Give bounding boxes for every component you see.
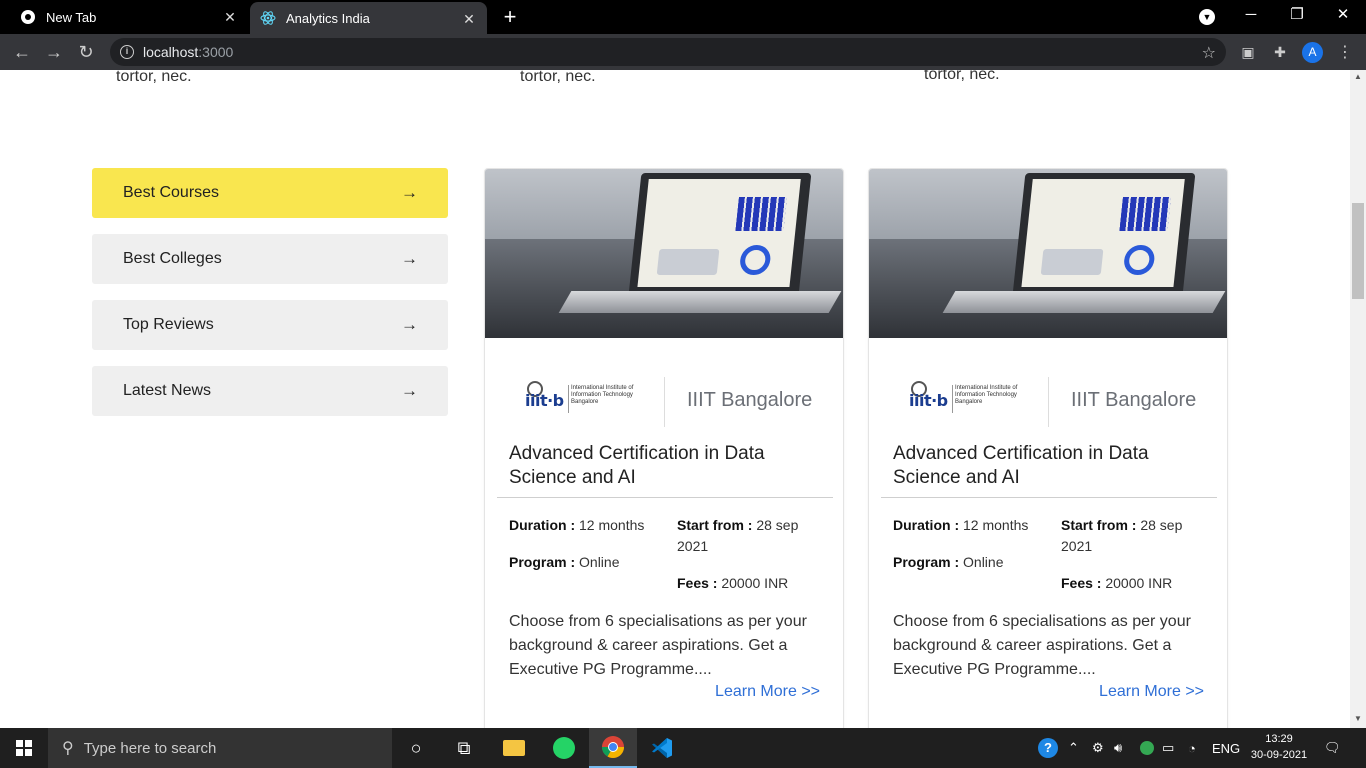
arrow-right-icon: →	[401, 381, 418, 400]
scroll-up-icon[interactable]: ▲	[1354, 72, 1362, 81]
start-date: Start from : 28 sep 2021	[677, 517, 799, 554]
sidebar-item-label: Latest News	[123, 382, 212, 399]
chrome-taskbar-icon[interactable]	[589, 728, 637, 768]
profile-avatar[interactable]: A	[1302, 42, 1323, 63]
windows-taskbar: ⚲ Type here to search ○ ⧉ ? ⌃ ⚙ 🔊︎ ▭ ◔ E…	[0, 728, 1366, 768]
help-icon[interactable]: ?	[1038, 728, 1058, 768]
course-card: iiit·b International Institute of Inform…	[484, 168, 844, 728]
sidebar-item-label: Top Reviews	[123, 316, 214, 333]
site-info-icon[interactable]: i	[120, 45, 134, 59]
task-view-icon[interactable]: ⧉	[440, 728, 488, 768]
course-description: Choose from 6 specialisations as per you…	[893, 613, 1191, 678]
screen-capture-extension-icon[interactable]: ▣	[1238, 42, 1258, 62]
college-name: IIIT Bangalore	[687, 389, 813, 411]
new-tab-button[interactable]: +	[498, 5, 522, 29]
arrow-right-icon: →	[401, 183, 418, 202]
notifications-icon[interactable]: 🗨︎	[1324, 728, 1341, 768]
tab-title: Analytics India	[286, 10, 370, 26]
college-row: iiit·b International Institute of Inform…	[485, 377, 843, 427]
bookmark-star-icon[interactable]: ☆	[1202, 43, 1216, 63]
close-tab-icon[interactable]: ✕	[461, 11, 477, 27]
close-tab-icon[interactable]: ✕	[222, 9, 238, 25]
divider	[497, 497, 833, 498]
wifi-icon[interactable]: ◔	[1188, 728, 1196, 768]
security-check-icon[interactable]	[1140, 728, 1154, 768]
start-button[interactable]	[0, 728, 48, 768]
fees: Fees : 20000 INR	[1061, 575, 1173, 591]
scrollbar-thumb[interactable]	[1352, 203, 1364, 299]
course-description: Choose from 6 specialisations as per you…	[509, 613, 807, 678]
tray-chevron-up-icon[interactable]: ⌃	[1068, 728, 1079, 768]
page-viewport: tortor, nec. tortor, nec. tortor, nec. B…	[0, 70, 1350, 728]
volume-icon[interactable]: 🔊︎	[1114, 728, 1122, 768]
program: Program : Online	[893, 554, 1004, 570]
clock-date: 30-09-2021	[1250, 749, 1308, 761]
sidebar-item-best-colleges[interactable]: Best Colleges →	[92, 234, 448, 284]
vscode-icon[interactable]	[638, 728, 686, 768]
course-image	[485, 169, 843, 338]
extensions-puzzle-icon[interactable]: ✚	[1270, 42, 1290, 62]
tab-title: New Tab	[46, 9, 97, 25]
college-logo: iiit·b International Institute of Inform…	[909, 381, 1024, 421]
whatsapp-icon[interactable]	[540, 728, 588, 768]
tab-analytics-india[interactable]: Analytics India ✕	[250, 2, 487, 34]
college-row: iiit·b International Institute of Inform…	[869, 377, 1227, 427]
sidebar-item-label: Best Courses	[123, 184, 220, 201]
duration: Duration : 12 months	[893, 517, 1029, 533]
file-explorer-icon[interactable]	[490, 728, 538, 768]
learn-more-link[interactable]: Learn More >>	[1099, 683, 1204, 701]
college-name: IIIT Bangalore	[1071, 389, 1197, 411]
windows-logo-icon	[16, 740, 32, 756]
cortana-icon[interactable]: ○	[392, 728, 440, 768]
tab-search-icon[interactable]: ▼	[1199, 9, 1215, 25]
tab-new-tab[interactable]: New Tab ✕	[0, 0, 248, 34]
course-title: Advanced Certification in Data Science a…	[509, 443, 765, 488]
duration: Duration : 12 months	[509, 517, 645, 533]
browser-tab-strip: New Tab ✕ Analytics India ✕ + ▼ ─ ❐ ✕	[0, 0, 1366, 34]
learn-more-link[interactable]: Learn More >>	[715, 683, 820, 701]
start-date: Start from : 28 sep 2021	[1061, 517, 1183, 554]
close-window-icon[interactable]: ✕	[1320, 0, 1366, 34]
fees: Fees : 20000 INR	[677, 575, 789, 591]
system-clock[interactable]: 13:29 30-09-2021	[1246, 731, 1312, 763]
program: Program : Online	[509, 554, 620, 570]
course-card: iiit·b International Institute of Inform…	[868, 168, 1228, 728]
react-icon	[260, 10, 276, 26]
language-indicator[interactable]: ENG	[1212, 728, 1240, 768]
address-bar[interactable]: i localhost:3000 ☆	[110, 38, 1226, 66]
course-title: Advanced Certification in Data Science a…	[893, 443, 1149, 488]
address-port: :3000	[198, 44, 234, 60]
scroll-down-icon[interactable]: ▼	[1354, 714, 1362, 723]
sidebar-item-best-courses[interactable]: Best Courses →	[92, 168, 448, 218]
browser-menu-icon[interactable]: ⋮	[1335, 42, 1355, 62]
divider	[881, 497, 1217, 498]
address-host: localhost	[143, 44, 199, 60]
restore-icon[interactable]: ❐	[1274, 0, 1320, 34]
page-scrollbar[interactable]: ▲ ▼	[1350, 70, 1366, 728]
back-icon[interactable]: ←	[11, 41, 33, 63]
search-placeholder: Type here to search	[83, 739, 217, 757]
chrome-icon	[20, 9, 36, 25]
clock-time: 13:29	[1265, 733, 1293, 745]
previous-card-text: tortor, nec.	[520, 70, 596, 85]
sidebar-item-top-reviews[interactable]: Top Reviews →	[92, 300, 448, 350]
sidebar-item-label: Best Colleges	[123, 250, 222, 267]
arrow-right-icon: →	[401, 249, 418, 268]
battery-icon[interactable]: ▭	[1162, 728, 1174, 768]
forward-icon[interactable]: →	[43, 41, 65, 63]
minimize-icon[interactable]: ─	[1228, 0, 1274, 34]
browser-toolbar: ← → ↻ i localhost:3000 ☆ ▣ ✚ A ⋮	[0, 34, 1366, 70]
taskbar-search-box[interactable]: ⚲ Type here to search	[48, 728, 392, 768]
previous-card-text: tortor, nec.	[116, 70, 192, 85]
previous-card-text: tortor, nec.	[924, 70, 1000, 83]
reload-icon[interactable]: ↻	[75, 41, 97, 63]
sidebar-item-latest-news[interactable]: Latest News →	[92, 366, 448, 416]
arrow-right-icon: →	[401, 315, 418, 334]
course-image	[869, 169, 1227, 338]
network-status-icon[interactable]: ⚙	[1092, 728, 1104, 768]
college-logo: iiit·b International Institute of Inform…	[525, 381, 640, 421]
search-icon: ⚲	[62, 740, 74, 757]
